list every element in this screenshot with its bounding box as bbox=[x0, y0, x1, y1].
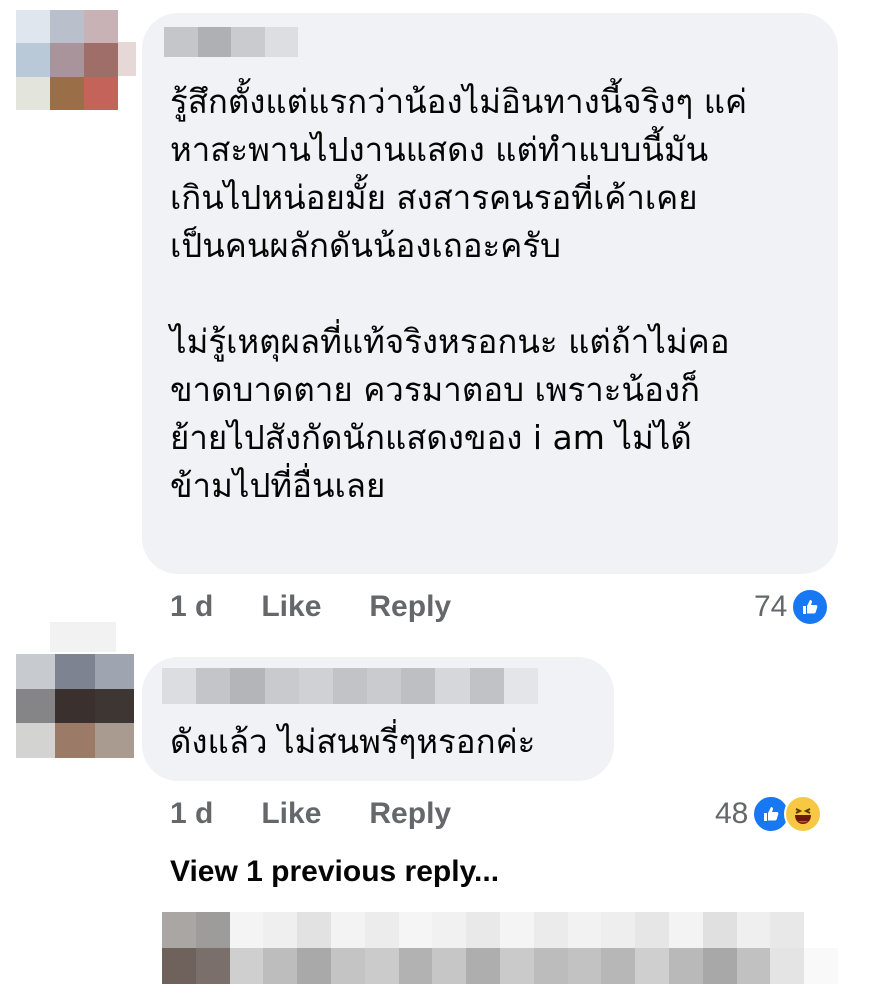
avatar-edge bbox=[118, 42, 136, 76]
next-comment-blurred bbox=[162, 912, 838, 984]
author-name-blurred[interactable] bbox=[164, 27, 298, 57]
avatar-edge bbox=[50, 622, 116, 652]
haha-icon bbox=[784, 795, 823, 833]
reaction-summary[interactable]: 74 bbox=[754, 588, 830, 626]
comment-actions: 1 d Like Reply bbox=[170, 590, 499, 624]
like-button[interactable]: Like bbox=[261, 590, 321, 624]
reaction-summary[interactable]: 48 bbox=[715, 795, 823, 833]
reply-button[interactable]: Reply bbox=[369, 797, 451, 831]
like-icon bbox=[791, 588, 830, 626]
like-button[interactable]: Like bbox=[261, 797, 321, 831]
comment-timestamp[interactable]: 1 d bbox=[170, 590, 213, 624]
reaction-count: 48 bbox=[715, 797, 749, 830]
comment-timestamp[interactable]: 1 d bbox=[170, 797, 213, 831]
view-previous-replies-link[interactable]: View 1 previous reply... bbox=[170, 855, 499, 889]
comment-text: ดังแล้ว ไม่สนพรี่ๆหรอกค่ะ bbox=[170, 722, 536, 761]
reply-button[interactable]: Reply bbox=[369, 590, 451, 624]
comment-actions: 1 d Like Reply bbox=[170, 797, 499, 831]
avatar[interactable] bbox=[16, 654, 134, 758]
author-name-blurred[interactable] bbox=[162, 668, 538, 704]
comment-text: รู้สึกตั้งแต่แรกว่าน้องไม่อินทางนี้จริงๆ… bbox=[170, 82, 748, 505]
avatar[interactable] bbox=[16, 10, 118, 110]
reaction-count: 74 bbox=[754, 590, 788, 623]
